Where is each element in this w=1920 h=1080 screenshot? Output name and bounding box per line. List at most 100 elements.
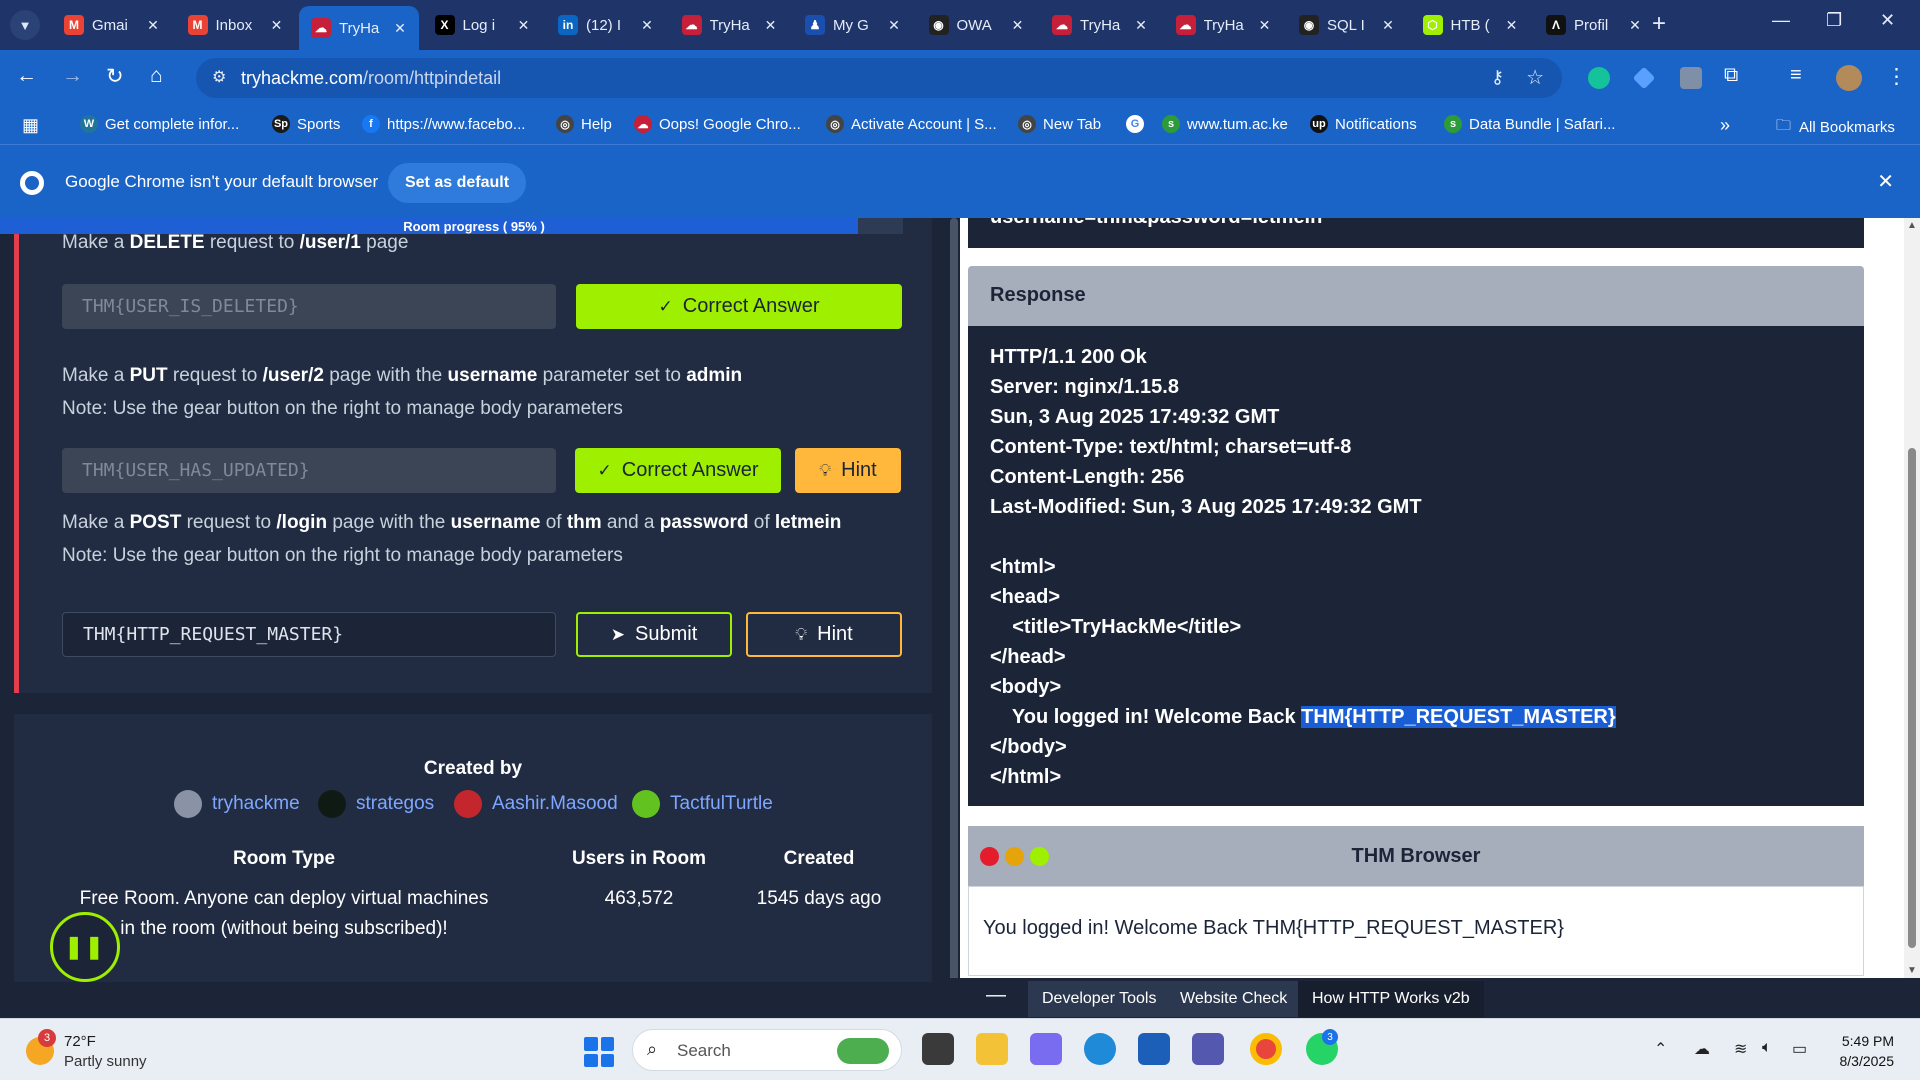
volume-icon[interactable]: 🔈︎ [1762,1039,1772,1057]
set-default-button[interactable]: Set as default [388,163,526,203]
home-icon[interactable]: ⌂ [150,64,163,88]
submit-button[interactable]: ➤ Submit [576,612,732,657]
close-tab-icon[interactable]: ✕ [760,17,782,34]
media-control-icon[interactable]: ≡ [1790,64,1802,87]
bookmark-item[interactable]: Sp Sports [272,115,340,133]
answer-field-1[interactable]: THM{USER_IS_DELETED} [62,284,556,329]
grammarly-icon[interactable] [1588,67,1610,89]
answer-field-3[interactable]: THM{HTTP_REQUEST_MASTER} [62,612,556,657]
bookmark-item[interactable]: G [1126,115,1151,133]
tray-chevron-icon[interactable]: ⌃ [1654,1039,1667,1059]
left-scroll-thumb[interactable] [950,218,958,1003]
browser-tab[interactable]: ☁ TryHa ✕ [1040,7,1160,43]
start-button[interactable] [584,1037,614,1067]
answer-field-2[interactable]: THM{USER_HAS_UPDATED} [62,448,556,493]
close-tab-icon[interactable]: ✕ [1501,17,1523,34]
onedrive-icon[interactable]: ☁ [1694,1039,1710,1059]
hint-button-3[interactable]: 💡︎ Hint [746,612,902,657]
restore-button[interactable]: ❐ [1826,10,1842,31]
edge-icon[interactable] [1084,1033,1116,1065]
bookmark-item[interactable]: ☁ Oops! Google Chro... [634,115,801,133]
close-tab-icon[interactable]: ✕ [266,17,288,34]
password-key-icon[interactable]: ⚷ [1491,67,1504,88]
back-icon[interactable]: ← [16,64,37,88]
browser-tab[interactable]: ◉ SQL I ✕ [1287,7,1407,43]
tab-search-button[interactable]: ▼ [10,10,40,40]
browser-tab[interactable]: ◉ OWA ✕ [917,7,1037,43]
file-explorer-icon[interactable] [976,1033,1008,1065]
menu-kebab-icon[interactable]: ⋮ [1886,64,1907,89]
correct-answer-button-1[interactable]: ✓ Correct Answer [576,284,902,329]
taskbar-search[interactable]: ⌕ Search [632,1029,902,1071]
close-tab-icon[interactable]: ✕ [1624,17,1646,34]
browser-tab[interactable]: ⬡ HTB (✕ [1411,7,1531,43]
browser-tab[interactable]: ☁ TryHa ✕ [299,6,419,50]
close-window-button[interactable]: ✕ [1880,10,1895,31]
extension-icon[interactable] [1680,67,1702,89]
bookmark-item[interactable]: ◎ New Tab [1018,115,1101,133]
close-tab-icon[interactable]: ✕ [1007,17,1029,34]
chrome-taskbar-icon[interactable] [1250,1033,1282,1065]
close-tab-icon[interactable]: ✕ [1130,17,1152,34]
tool-tab[interactable]: Website Check [1166,981,1302,1017]
teams-icon[interactable] [1192,1033,1224,1065]
profile-avatar[interactable] [1836,65,1862,91]
reload-icon[interactable]: ↻ [106,64,124,89]
clock[interactable]: 5:49 PM 8/3/2025 [1840,1031,1895,1071]
browser-tab[interactable]: Λ Profil ✕ [1534,7,1654,43]
author-link[interactable]: TactfulTurtle [632,790,773,818]
author-link[interactable]: tryhackme [174,790,300,818]
store-icon[interactable] [1138,1033,1170,1065]
bookmark-item[interactable]: ◎ Help [556,115,612,133]
minimize-button[interactable]: — [1772,10,1790,31]
scroll-down-icon[interactable]: ▼ [1907,965,1917,976]
close-tab-icon[interactable]: ✕ [883,17,905,34]
left-scrollbar[interactable] [948,218,960,1018]
bookmark-item[interactable]: ◎ Activate Account | S... [826,115,997,133]
forward-icon[interactable]: → [62,64,83,88]
browser-tab[interactable]: ☁ TryHa ✕ [670,7,790,43]
browser-tab[interactable]: ☁ TryHa ✕ [1164,7,1284,43]
pause-timer-button[interactable]: ❚❚ [50,912,120,982]
right-scroll-thumb[interactable] [1908,448,1916,948]
close-tab-icon[interactable]: ✕ [636,17,658,34]
close-infobar-icon[interactable]: ✕ [1877,169,1894,194]
battery-icon[interactable]: ▭ [1792,1039,1807,1059]
close-tab-icon[interactable]: ✕ [389,20,411,37]
task-view-icon[interactable] [922,1033,954,1065]
bookmark-star-icon[interactable]: ☆ [1526,65,1544,90]
all-bookmarks-button[interactable]: 🗀 All Bookmarks [1776,115,1895,140]
url-text[interactable]: tryhackme.com/room/httpindetail [241,68,501,89]
tool-tab[interactable]: Developer Tools [1028,981,1171,1017]
bookmark-item[interactable]: f https://www.facebo... [362,115,525,133]
more-bookmarks-icon[interactable]: » [1720,115,1730,136]
correct-answer-button-2[interactable]: ✓ Correct Answer [575,448,781,493]
close-tab-icon[interactable]: ✕ [1254,17,1276,34]
new-tab-button[interactable]: + [1652,10,1666,38]
scroll-up-icon[interactable]: ▲ [1907,220,1917,231]
close-tab-icon[interactable]: ✕ [142,17,164,34]
browser-tab[interactable]: X Log i ✕ [423,7,543,43]
bookmark-item[interactable]: up Notifications [1310,115,1417,133]
address-bar[interactable]: ⚙ tryhackme.com/room/httpindetail ⚷ ☆ [196,58,1562,98]
copilot-icon[interactable] [1030,1033,1062,1065]
close-tab-icon[interactable]: ✕ [513,17,535,34]
extensions-puzzle-icon[interactable]: ⧉ [1724,64,1738,87]
bookmark-item[interactable]: s Data Bundle | Safari... [1444,115,1615,133]
browser-tab[interactable]: in (12) I ✕ [546,7,666,43]
tool-tab[interactable]: How HTTP Works v2b [1298,981,1484,1017]
bookmark-item[interactable]: W Get complete infor... [80,115,239,133]
browser-tab[interactable]: ♟ My G ✕ [793,7,913,43]
author-link[interactable]: Aashir.Masood [454,790,618,818]
right-scrollbar[interactable]: ▲ ▼ [1904,218,1920,978]
extension-diamond-icon[interactable] [1632,66,1656,90]
browser-tab[interactable]: M Gmai ✕ [52,7,172,43]
apps-grid-icon[interactable]: ▦ [22,115,39,136]
author-link[interactable]: strategos [318,790,434,818]
wifi-icon[interactable]: ≋ [1734,1039,1747,1059]
site-info-icon[interactable]: ⚙ [212,67,226,87]
collapse-icon[interactable]: — [986,984,1006,1007]
close-tab-icon[interactable]: ✕ [1377,17,1399,34]
bookmark-item[interactable]: s www.tum.ac.ke [1162,115,1288,133]
browser-tab[interactable]: M Inbox ✕ [176,7,296,43]
